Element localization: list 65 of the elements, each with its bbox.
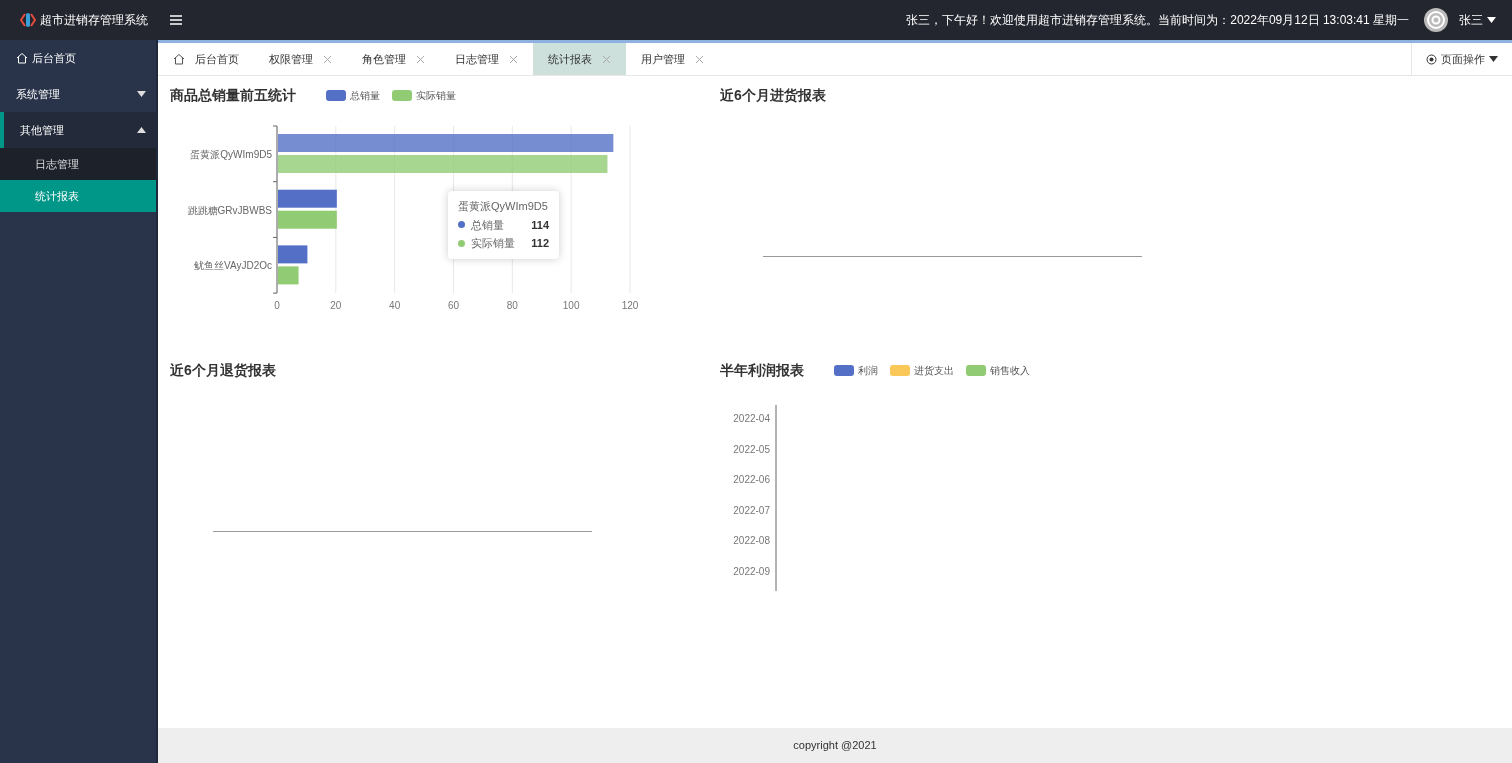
bar[interactable] xyxy=(278,245,308,264)
tab[interactable]: 角色管理 xyxy=(347,43,440,75)
category-label: 2022-06 xyxy=(733,474,770,485)
close-icon[interactable] xyxy=(323,54,332,64)
user-name[interactable]: 张三 xyxy=(1459,11,1483,29)
category-label: 2022-08 xyxy=(733,535,770,546)
bar[interactable] xyxy=(278,189,337,208)
logo-icon xyxy=(20,11,36,29)
axis-tick-label: 100 xyxy=(562,300,580,312)
bar[interactable] xyxy=(278,210,337,229)
category-label: 蛋黄派QyWIm9D5 xyxy=(190,148,272,160)
radio-icon xyxy=(1426,53,1437,65)
bar[interactable] xyxy=(278,266,299,285)
tab[interactable]: 权限管理 xyxy=(254,43,347,75)
caret-icon xyxy=(137,127,146,133)
chart-title: 近6个月进货报表 xyxy=(720,85,826,105)
chart-title: 商品总销量前五统计 xyxy=(170,85,296,105)
axis-tick-label: 20 xyxy=(330,300,342,312)
legend-label[interactable]: 实际销量 xyxy=(416,87,456,103)
legend-label[interactable]: 进货支出 xyxy=(914,362,954,378)
home-icon xyxy=(173,53,185,65)
close-icon[interactable] xyxy=(509,54,518,64)
tab[interactable]: 后台首页 xyxy=(158,43,254,75)
tooltip-title: 蛋黄派QyWIm9D5 xyxy=(458,199,549,214)
axis-tick-label: 40 xyxy=(389,300,401,312)
legend-label[interactable]: 销售收入 xyxy=(990,362,1030,378)
close-icon[interactable] xyxy=(695,54,704,64)
close-icon[interactable] xyxy=(602,54,611,64)
sidebar-subitem[interactable]: 日志管理 xyxy=(0,148,156,180)
tooltip-value: 112 xyxy=(531,236,549,251)
tab[interactable]: 日志管理 xyxy=(440,43,533,75)
legend-label[interactable]: 总销量 xyxy=(350,87,380,103)
tab[interactable]: 用户管理 xyxy=(626,43,719,75)
sidebar-subitem[interactable]: 统计报表 xyxy=(0,180,156,212)
category-label: 2022-07 xyxy=(733,504,770,516)
tooltip-value: 114 xyxy=(531,217,549,233)
caret-icon xyxy=(1487,17,1496,23)
avatar-icon[interactable] xyxy=(1424,8,1448,32)
tooltip-series-name: 实际销量 xyxy=(471,236,515,251)
category-label: 2022-09 xyxy=(733,565,770,577)
caret-icon xyxy=(1489,56,1498,62)
menu-icon[interactable] xyxy=(170,15,182,25)
sidebar-item[interactable]: 其他管理 xyxy=(0,112,156,148)
category-label: 2022-05 xyxy=(733,443,770,455)
page-actions-button[interactable]: 页面操作 xyxy=(1411,43,1512,75)
copyright-text: copyright @2021 xyxy=(793,738,877,754)
axis-tick-label: 120 xyxy=(621,300,639,312)
category-label: 跳跳糖GRvJBWBS xyxy=(187,204,272,216)
home-icon xyxy=(16,52,28,64)
caret-icon xyxy=(137,91,146,97)
axis-tick-label: 60 xyxy=(447,300,460,312)
tooltip-series-name: 总销量 xyxy=(471,217,504,233)
legend-label[interactable]: 利润 xyxy=(858,362,878,378)
chart-title: 半年利润报表 xyxy=(720,360,804,380)
axis-tick-label: 80 xyxy=(506,300,518,312)
category-label: 2022-04 xyxy=(733,413,770,424)
app-title: 超市进销存管理系统 xyxy=(40,12,148,29)
tab[interactable]: 统计报表 xyxy=(533,43,626,75)
greeting-text: 张三，下午好！欢迎使用超市进销存管理系统。当前时间为：2022年09月12日 13:03:41 星期一 xyxy=(906,12,1409,29)
axis-tick-label: 0 xyxy=(274,300,280,312)
close-icon[interactable] xyxy=(416,54,425,64)
sidebar-item[interactable]: 后台首页 xyxy=(0,40,156,76)
chart-title: 近6个月退货报表 xyxy=(170,360,276,380)
category-label: 鱿鱼丝VAyJD2Oc xyxy=(194,260,272,272)
sidebar-item[interactable]: 系统管理 xyxy=(0,76,156,112)
